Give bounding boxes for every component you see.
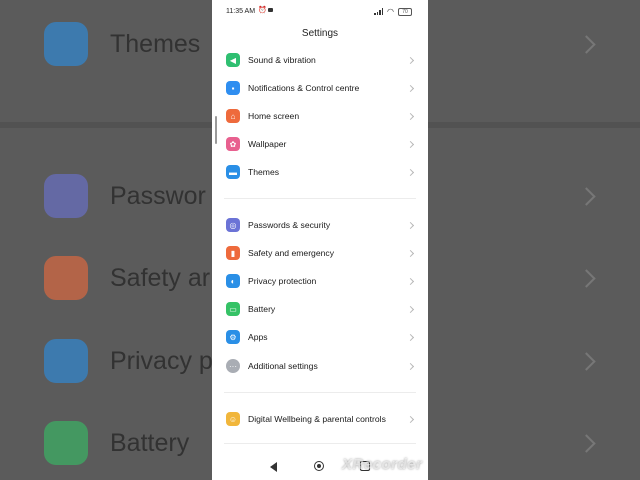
bg-label-privacy: Privacy p — [110, 346, 213, 375]
settings-item-privacy[interactable]: ◐ Privacy protection — [212, 267, 428, 295]
item-label: Digital Wellbeing & parental controls — [248, 414, 386, 424]
section-divider — [224, 198, 416, 199]
battery-status: 70 — [398, 7, 412, 16]
settings-item-passwords[interactable]: ◎ Passwords & security — [212, 211, 428, 239]
signal-icon — [374, 8, 384, 15]
item-label: Notifications & Control centre — [248, 83, 360, 93]
themes-icon — [44, 22, 88, 66]
settings-item-safety[interactable]: ▮ Safety and emergency — [212, 239, 428, 267]
bg-label-battery: Battery — [110, 428, 190, 457]
section-divider — [224, 392, 416, 393]
record-icon — [268, 8, 273, 12]
bg-label-themes: Themes — [110, 29, 201, 58]
bg-label-safety: Safety ar — [110, 263, 211, 292]
flower-icon: ✿ — [226, 137, 240, 151]
bg-row-passwords: Passwor — [44, 174, 206, 218]
settings-item-home-screen[interactable]: ⌂ Home screen — [212, 102, 428, 130]
item-label: Themes — [248, 167, 280, 177]
fingerprint-icon — [44, 174, 88, 218]
chevron-right-icon — [406, 84, 415, 92]
chevron-right-icon — [577, 352, 596, 371]
phone-screen: 11:35 AM ⏰ ◠ 70 Settings ◀ Sound & vibra… — [212, 0, 428, 480]
settings-item-wallpaper[interactable]: ✿ Wallpaper — [212, 130, 428, 158]
item-label: Privacy protection — [248, 276, 317, 286]
status-bar: 11:35 AM ⏰ ◠ 70 — [212, 0, 428, 22]
item-label: Wallpaper — [248, 139, 287, 149]
bg-row-battery: Battery — [44, 421, 189, 465]
chevron-right-icon — [577, 269, 596, 288]
home-button-icon[interactable] — [314, 461, 324, 471]
gear-icon: ⚙ — [226, 330, 240, 344]
chevron-right-icon — [406, 333, 415, 341]
item-label: Home screen — [248, 111, 300, 121]
notification-icon: ▪ — [226, 81, 240, 95]
settings-item-additional[interactable]: ··· Additional settings — [212, 352, 428, 380]
item-label: Passwords & security — [248, 220, 331, 230]
settings-item-apps[interactable]: ⚙ Apps — [212, 323, 428, 351]
chevron-right-icon — [406, 305, 415, 313]
item-label: Additional settings — [248, 361, 318, 371]
privacy-icon: ◐ — [226, 274, 240, 288]
chevron-right-icon — [577, 35, 596, 54]
fingerprint-icon: ◎ — [226, 218, 240, 232]
settings-item-battery[interactable]: ▭ Battery — [212, 295, 428, 323]
battery-icon: ▭ — [226, 302, 240, 316]
bg-row-themes: Themes — [44, 22, 200, 66]
settings-item-themes[interactable]: ▬ Themes — [212, 158, 428, 186]
chevron-right-icon — [406, 249, 415, 257]
page-title: Settings — [301, 28, 339, 39]
chevron-right-icon — [577, 434, 596, 453]
wellbeing-icon: ☺ — [226, 412, 240, 426]
section-divider — [224, 443, 416, 444]
bg-label-passwords: Passwor — [110, 181, 206, 210]
bg-row-privacy: Privacy p — [44, 339, 213, 383]
chevron-right-icon — [406, 112, 415, 120]
chevron-right-icon — [406, 221, 415, 229]
battery-icon — [44, 421, 88, 465]
safety-icon: ▮ — [226, 246, 240, 260]
item-label: Battery — [248, 304, 276, 314]
item-label: Sound & vibration — [248, 55, 316, 65]
chevron-right-icon — [406, 362, 415, 370]
privacy-icon — [44, 339, 88, 383]
more-icon: ··· — [226, 359, 240, 373]
wifi-icon: ◠ — [387, 7, 394, 16]
chevron-right-icon — [577, 187, 596, 206]
chevron-right-icon — [406, 140, 415, 148]
status-time: 11:35 AM — [226, 8, 256, 15]
item-label: Safety and emergency — [248, 248, 334, 258]
bg-row-safety: Safety ar — [44, 256, 210, 300]
chevron-right-icon — [406, 277, 415, 285]
back-icon[interactable] — [270, 462, 277, 472]
battery-level: 70 — [402, 8, 408, 15]
chevron-right-icon — [406, 415, 415, 423]
alarm-icon: ⏰ — [258, 7, 267, 14]
safety-icon — [44, 256, 88, 300]
themes-icon: ▬ — [226, 165, 240, 179]
speaker-icon: ◀ — [226, 53, 240, 67]
item-label: Apps — [248, 332, 268, 342]
home-icon: ⌂ — [226, 109, 240, 123]
chevron-right-icon — [406, 56, 415, 64]
chevron-right-icon — [406, 168, 415, 176]
settings-item-digital-wellbeing[interactable]: ☺ Digital Wellbeing & parental controls — [212, 405, 428, 433]
watermark-logo: XRecorder — [342, 456, 423, 473]
settings-item-sound[interactable]: ◀ Sound & vibration — [212, 46, 428, 74]
settings-item-notifications[interactable]: ▪ Notifications & Control centre — [212, 74, 428, 102]
status-icons: ◠ 70 — [374, 7, 412, 16]
